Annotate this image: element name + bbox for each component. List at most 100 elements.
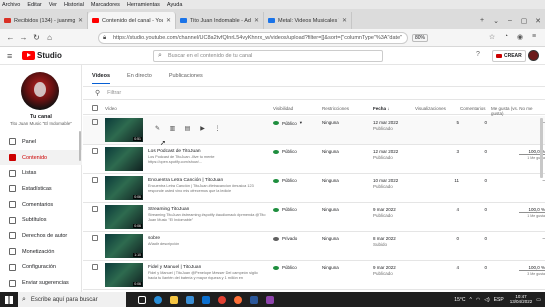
bookmark-star-icon[interactable]: ☆ xyxy=(485,33,499,41)
network-icon[interactable]: ◠ xyxy=(476,297,480,303)
address-bar[interactable]: 🔒︎ https://studio.youtube.com/channel/UC… xyxy=(98,32,408,44)
video-title[interactable]: sobre xyxy=(148,236,160,241)
browser-tab-2[interactable]: Tito Juan Indomable - Administ...✕ xyxy=(176,12,264,29)
comments-icon[interactable]: ▤ xyxy=(180,125,195,132)
firefox-icon[interactable] xyxy=(230,292,246,307)
col-date[interactable]: Fecha ↓ xyxy=(373,106,390,111)
sidebar-item-1[interactable]: Contenido xyxy=(0,149,82,166)
video-title[interactable]: Encuentra Letra Canción | TitoJuan xyxy=(148,178,223,183)
taskbar-search-input[interactable]: ⌕ Escribe aquí para buscar xyxy=(18,292,126,307)
tray-chevron-icon[interactable]: ^ xyxy=(469,297,471,303)
row-checkbox[interactable] xyxy=(92,119,98,125)
menu-4[interactable]: Marcadores xyxy=(91,2,120,8)
table-row[interactable]: 0:06 Streaming TitoJuan Streaming TitoJuan… xyxy=(83,203,545,232)
sidebar-item-3[interactable]: Estadísticas xyxy=(0,181,82,197)
sidebar-item-8[interactable]: Configuración xyxy=(0,260,82,276)
table-row[interactable]: Los Podcast de TitoJuan Los Podcast de Ti… xyxy=(83,145,545,174)
visibility-dropdown[interactable]: Privado xyxy=(273,236,297,241)
store-icon[interactable] xyxy=(182,292,198,307)
tab-content-2[interactable]: Publicaciones xyxy=(169,73,203,84)
tab-close-icon[interactable]: ✕ xyxy=(251,17,259,24)
visibility-dropdown[interactable]: Público xyxy=(273,149,297,154)
video-thumbnail[interactable]: 0:06 xyxy=(105,263,143,287)
menu-5[interactable]: Herramientas xyxy=(127,2,160,8)
video-thumbnail[interactable]: 0:06 xyxy=(105,176,143,200)
menu-2[interactable]: Ver xyxy=(49,2,57,8)
browser-tab-0[interactable]: Recibidos (134) - juanmgc167@...✕ xyxy=(0,12,88,29)
menu-icon[interactable]: ≡ xyxy=(527,33,541,41)
menu-3[interactable]: Historial xyxy=(64,2,84,8)
sidebar-item-0[interactable]: Panel xyxy=(0,134,82,150)
list-all-tabs-icon[interactable]: ⌄ xyxy=(489,17,503,25)
table-row[interactable]: 0:51 ✎ ▥ ▤ ▶ ⋮ Público ▾ Ninguna 12 mar 2022 Publ… xyxy=(83,116,545,145)
row-checkbox[interactable] xyxy=(92,235,98,241)
col-restrictions[interactable]: Restricciones xyxy=(322,106,349,111)
minimize-button[interactable]: – xyxy=(503,17,517,24)
col-visibility[interactable]: Visibilidad xyxy=(273,106,293,111)
col-views[interactable]: Visualizaciones xyxy=(415,106,446,111)
more-options-icon[interactable]: ⋮ xyxy=(210,125,225,132)
photos-icon[interactable] xyxy=(262,292,278,307)
sidebar-item-4[interactable]: Comentarios xyxy=(0,197,82,213)
row-checkbox[interactable] xyxy=(92,264,98,270)
sidebar-item-5[interactable]: Subtítulos xyxy=(0,212,82,228)
visibility-dropdown[interactable]: Público xyxy=(273,207,297,212)
task-view-icon[interactable] xyxy=(134,292,150,307)
sidebar-item-2[interactable]: Listas xyxy=(0,165,82,181)
filter-bar[interactable]: ⚲ Filtrar xyxy=(83,86,545,100)
youtube-icon[interactable]: ▶ xyxy=(195,125,210,132)
table-row[interactable]: 0:06 Fidel y Manuel | TitoJuan Fidel y Man… xyxy=(83,261,545,290)
account-icon[interactable]: ◉ xyxy=(513,33,527,41)
search-input[interactable]: ⌕ Buscar en el contenido de tu canal xyxy=(153,50,383,62)
home-button[interactable]: ⌂ xyxy=(43,33,56,42)
edit-icon[interactable]: ✎ xyxy=(150,125,165,132)
temperature[interactable]: 15°C xyxy=(454,297,465,303)
table-row[interactable]: 0:06 Encuentra Letra Canción | TitoJuan En… xyxy=(83,174,545,203)
studio-logo[interactable]: Studio xyxy=(22,51,62,60)
notifications-icon[interactable]: ▭ xyxy=(536,297,541,303)
clock[interactable]: 10:47 13/04/2022 xyxy=(510,294,533,305)
reload-button[interactable]: ↻ xyxy=(30,33,43,42)
content-scrollbar[interactable] xyxy=(540,118,543,178)
channel-avatar[interactable] xyxy=(21,72,59,110)
close-window-button[interactable]: ✕ xyxy=(531,17,545,25)
video-title[interactable]: Los Podcast de TitoJuan xyxy=(148,149,201,154)
sidebar-item-7[interactable]: Monetización xyxy=(0,244,82,260)
video-thumbnail[interactable]: 1:10 xyxy=(105,234,143,258)
maximize-button[interactable]: ▢ xyxy=(517,17,531,25)
video-title[interactable]: Fidel y Manuel | TitoJuan xyxy=(148,265,201,270)
forward-button[interactable]: → xyxy=(17,33,30,42)
menu-0[interactable]: Archivo xyxy=(2,2,20,8)
analytics-icon[interactable]: ▥ xyxy=(165,125,180,132)
select-all-checkbox[interactable] xyxy=(92,105,98,111)
hamburger-menu-icon[interactable]: ≡ xyxy=(7,51,12,61)
sidebar-item-9[interactable]: Enviar sugerencias xyxy=(0,275,82,291)
visibility-dropdown[interactable]: Público xyxy=(273,178,297,183)
visibility-dropdown[interactable]: Público ▾ xyxy=(273,120,302,126)
tab-close-icon[interactable]: ✕ xyxy=(75,17,83,24)
video-thumbnail[interactable]: 0:06 xyxy=(105,205,143,229)
menu-1[interactable]: Editar xyxy=(27,2,41,8)
col-comments[interactable]: Comentarios xyxy=(460,106,486,111)
edge-icon[interactable] xyxy=(150,292,166,307)
browser-tab-3[interactable]: Metal: Videos Musicales Tito Ju...✕ xyxy=(264,12,352,29)
keyboard-language[interactable]: ESP xyxy=(494,297,504,303)
col-likes[interactable]: Me gusta (vs. No me gusta) xyxy=(491,106,545,116)
avatar[interactable] xyxy=(528,50,539,61)
tab-content-0[interactable]: Vídeos xyxy=(92,73,111,84)
sidebar-item-6[interactable]: Derechos de autor xyxy=(0,228,82,244)
chrome-icon[interactable] xyxy=(214,292,230,307)
video-title[interactable]: Streaming TitoJuan xyxy=(148,207,189,212)
visibility-dropdown[interactable]: Público xyxy=(273,265,297,270)
word-icon[interactable] xyxy=(246,292,262,307)
tab-content-1[interactable]: En directo xyxy=(127,73,152,84)
video-thumbnail[interactable] xyxy=(105,147,143,171)
mail-icon[interactable] xyxy=(198,292,214,307)
sidebar-scrollbar[interactable] xyxy=(79,131,81,161)
create-button[interactable]: CREAR xyxy=(492,50,526,62)
back-button[interactable]: ← xyxy=(4,33,17,42)
pocket-icon[interactable]: ◔ xyxy=(499,33,513,41)
row-checkbox[interactable] xyxy=(92,206,98,212)
zoom-level[interactable]: 80% xyxy=(412,34,429,42)
tab-close-icon[interactable]: ✕ xyxy=(339,17,347,24)
